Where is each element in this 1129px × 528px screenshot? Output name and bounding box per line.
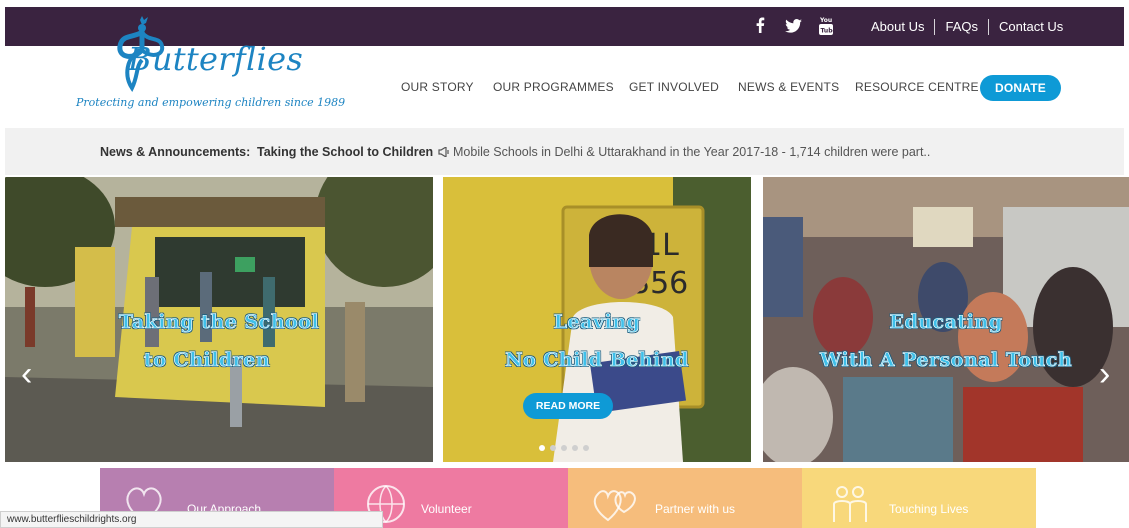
divider (934, 18, 936, 35)
nav-our-story[interactable]: OUR STORY (401, 80, 474, 94)
news-text[interactable]: Mobile Schools in Delhi & Uttarakhand in… (453, 145, 930, 159)
slider-dot[interactable] (583, 445, 589, 451)
logo-title: Butterflies (128, 40, 304, 78)
svg-text:You: You (819, 17, 832, 24)
slide-3[interactable]: Educating With A Personal Touch › (763, 177, 1129, 462)
divider (988, 18, 989, 35)
nav-get-involved[interactable]: GET INVOLVED (629, 80, 719, 94)
slide-2-title-line1: Leaving (553, 311, 641, 334)
slider-dots (539, 445, 589, 451)
youtube-icon[interactable]: You Tube (819, 16, 833, 35)
facebook-icon[interactable] (755, 17, 765, 33)
slide-1-title-line2: to Children (143, 349, 271, 372)
browser-status-url: www.butterflieschildrights.org (0, 511, 383, 528)
about-us-link[interactable]: About Us (865, 19, 930, 34)
slide-1[interactable]: Taking the School to Children ‹ (5, 177, 433, 462)
tile-partner-with-us[interactable]: Partner with us (568, 468, 802, 528)
next-arrow-icon[interactable]: › (1099, 357, 1110, 391)
slider-dot[interactable] (572, 445, 578, 451)
tile-label: Partner with us (655, 502, 736, 516)
family-icon (833, 486, 867, 522)
slider-dot[interactable] (539, 445, 545, 451)
slider-dot[interactable] (561, 445, 567, 451)
nav-news-events[interactable]: NEWS & EVENTS (738, 80, 839, 94)
two-hearts-icon (593, 490, 636, 522)
slider-dot[interactable] (550, 445, 556, 451)
news-label: News & Announcements: (100, 145, 251, 159)
top-links: About Us FAQs Contact Us (865, 7, 1069, 46)
slide-2[interactable]: 1L 356 Leaving No Child Behind READ MORE (443, 177, 751, 462)
contact-us-link[interactable]: Contact Us (993, 19, 1069, 34)
slide-1-title-line1: Taking the School (118, 311, 320, 334)
nav-our-programmes[interactable]: OUR PROGRAMMES (493, 80, 614, 94)
slide-3-title-line2: With A Personal Touch (819, 349, 1073, 372)
faqs-link[interactable]: FAQs (939, 19, 984, 34)
news-headline[interactable]: Taking the School to Children (257, 145, 433, 159)
donate-button[interactable]: DONATE (980, 75, 1061, 101)
prev-arrow-icon[interactable]: ‹ (21, 357, 32, 391)
tile-touching-lives[interactable]: Touching Lives (802, 468, 1036, 528)
megaphone-icon (438, 147, 449, 157)
twitter-icon[interactable] (785, 19, 802, 33)
nav-resource-centre[interactable]: RESOURCE CENTRE (855, 80, 979, 94)
tile-label: Touching Lives (889, 502, 969, 516)
slide-2-title-line2: No Child Behind (505, 349, 689, 372)
svg-text:Tube: Tube (821, 28, 834, 35)
news-ticker: News & Announcements: Taking the School … (5, 128, 1124, 175)
main-nav: OUR STORY OUR PROGRAMMES GET INVOLVED NE… (0, 80, 1129, 98)
read-more-button[interactable]: READ MORE (523, 393, 613, 419)
tile-label: Volunteer (421, 502, 472, 516)
slide-3-title-line1: Educating (889, 311, 1003, 334)
